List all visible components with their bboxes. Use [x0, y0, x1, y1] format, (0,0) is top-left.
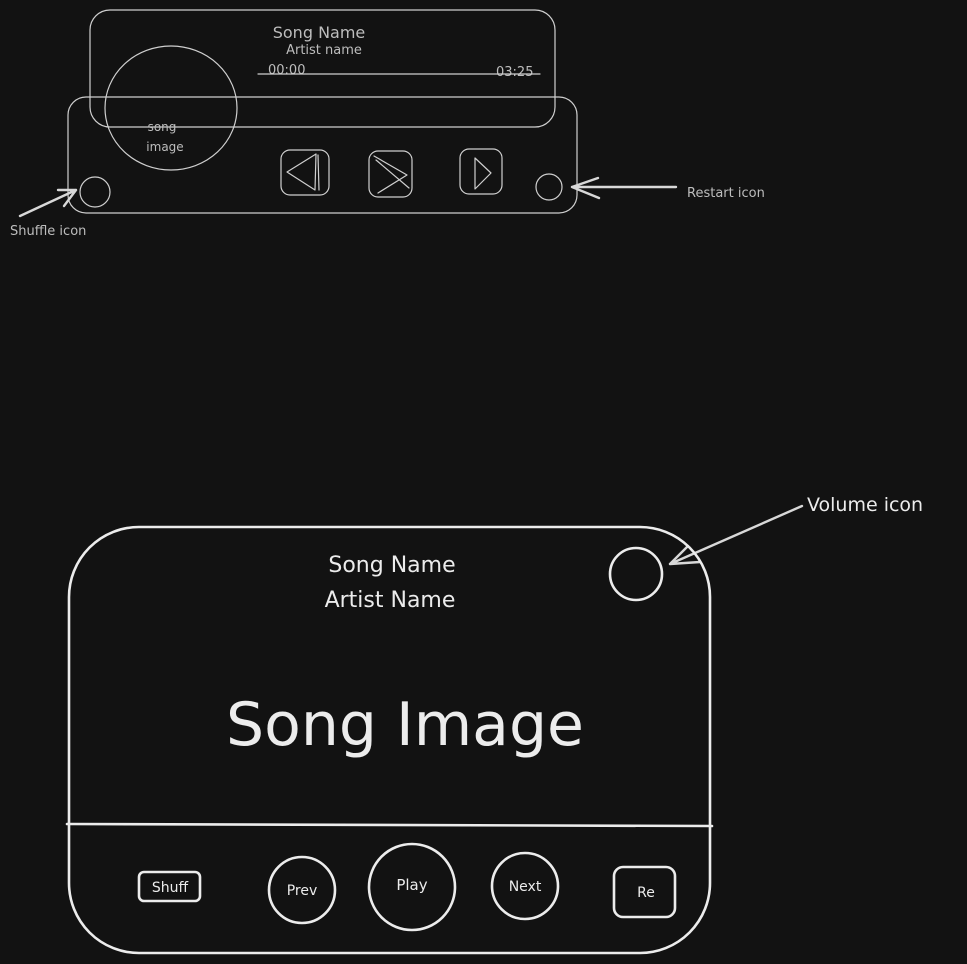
shuffle-arrow — [18, 188, 78, 218]
full-next-button[interactable]: Next — [490, 851, 560, 921]
mini-time-total: 03:25 — [496, 65, 533, 80]
full-restart-label: Re — [637, 885, 655, 901]
mini-player: song image Song Name Artist name 00:00 0… — [67, 9, 578, 214]
full-artist-name: Artist Name — [325, 588, 456, 613]
mini-shuffle-button[interactable] — [79, 176, 111, 208]
restart-arrow — [570, 176, 678, 200]
mini-song-image-label-2: image — [146, 140, 183, 154]
mini-song-image-label-1: song — [148, 120, 177, 134]
mini-restart-button[interactable] — [535, 173, 563, 201]
mini-play-button[interactable] — [368, 150, 413, 198]
full-play-label: Play — [396, 876, 427, 894]
volume-annotation-label: Volume icon — [807, 494, 923, 516]
mini-prev-button[interactable] — [280, 149, 330, 196]
full-shuffle-label: Shuff — [152, 880, 189, 896]
full-player-divider — [65, 822, 714, 828]
mini-next-button[interactable] — [459, 148, 503, 195]
mini-artist-name: Artist name — [286, 43, 362, 58]
mini-control-card — [67, 96, 578, 214]
full-prev-button[interactable]: Prev — [267, 855, 337, 925]
full-restart-button[interactable]: Re — [612, 865, 677, 919]
full-play-button[interactable]: Play — [367, 842, 457, 932]
shuffle-annotation-label: Shuffle icon — [10, 224, 86, 239]
full-shuffle-button[interactable]: Shuff — [137, 870, 202, 903]
full-song-image-label: Song Image — [226, 690, 584, 760]
mini-time-current: 00:00 — [268, 63, 305, 78]
wireframe-canvas: song image Song Name Artist name 00:00 0… — [10, 9, 923, 955]
restart-annotation-label: Restart icon — [687, 186, 765, 201]
triangle-left-icon — [286, 153, 317, 191]
annotation-restart: Restart icon — [570, 176, 765, 201]
full-prev-label: Prev — [287, 883, 318, 899]
chevron-right-icon — [373, 155, 408, 194]
full-song-name: Song Name — [328, 553, 455, 578]
annotation-volume: Volume icon — [668, 494, 923, 566]
annotation-shuffle: Shuffle icon — [10, 188, 86, 239]
full-next-label: Next — [509, 879, 542, 895]
mini-song-name: Song Name — [273, 23, 366, 42]
full-player: Song Name Artist Name Song Image Shuff P… — [65, 525, 714, 955]
volume-arrow — [668, 504, 804, 566]
triangle-right-icon — [474, 157, 492, 190]
volume-button[interactable] — [608, 546, 664, 602]
